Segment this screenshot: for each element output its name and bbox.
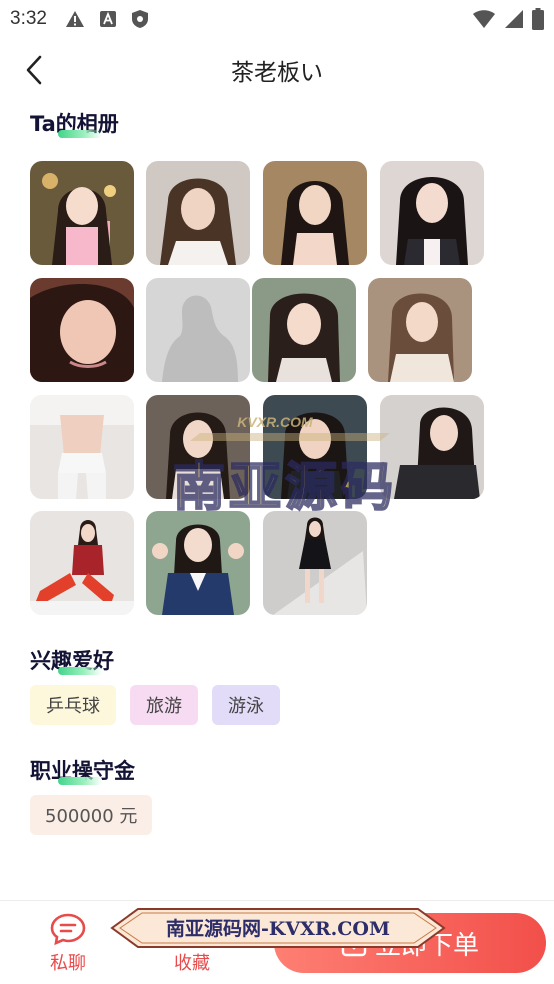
album-photo[interactable]	[30, 278, 134, 382]
bottom-action-bar: 私聊 收藏 立即下单	[0, 900, 554, 984]
album-photo[interactable]	[146, 161, 250, 265]
album-photo[interactable]	[263, 511, 367, 615]
album-photo[interactable]	[30, 511, 134, 615]
album-photo[interactable]	[263, 161, 367, 265]
album-photo[interactable]	[252, 278, 356, 382]
album-photo[interactable]	[380, 395, 484, 499]
album-photo[interactable]	[263, 395, 367, 499]
album-photo[interactable]	[146, 395, 250, 499]
hobby-tags: 乒乓球 旅游 游泳	[30, 685, 280, 725]
status-time: 3:32	[10, 8, 47, 29]
title-underline	[58, 777, 102, 785]
album-photo[interactable]	[30, 161, 134, 265]
album-photo[interactable]	[146, 511, 250, 615]
favorite-label: 收藏	[174, 953, 210, 974]
hobby-tag: 旅游	[130, 685, 198, 725]
chat-button[interactable]: 私聊	[50, 913, 86, 975]
chat-bubble-icon	[50, 913, 86, 945]
album-photo[interactable]	[380, 161, 484, 265]
notification-icons	[65, 9, 149, 29]
chat-label: 私聊	[50, 953, 86, 974]
album-photo[interactable]	[368, 278, 472, 382]
deposit-value: 500000 元	[30, 795, 153, 835]
back-button[interactable]	[18, 54, 50, 86]
star-icon	[176, 913, 208, 944]
wifi-icon	[473, 10, 495, 28]
chevron-left-icon	[26, 55, 42, 85]
system-icons	[472, 8, 544, 30]
app-a-icon	[99, 11, 116, 27]
signal-icon	[505, 10, 523, 28]
order-icon	[341, 929, 367, 957]
status-bar: 3:32	[0, 0, 554, 38]
order-label: 立即下单	[374, 930, 479, 961]
title-underline	[58, 667, 102, 675]
album-photo[interactable]	[30, 395, 134, 499]
shield-icon	[131, 10, 148, 28]
battery-icon	[532, 8, 544, 30]
order-now-button[interactable]: 立即下单	[274, 913, 546, 973]
hobby-tag: 游泳	[212, 685, 280, 725]
navbar: 茶老板い	[0, 44, 554, 96]
hobby-tag: 乒乓球	[30, 685, 116, 725]
warning-icon	[65, 11, 84, 27]
page-title: 茶老板い	[231, 60, 323, 86]
album-photo-placeholder[interactable]	[146, 278, 250, 382]
favorite-button[interactable]: 收藏	[174, 913, 210, 975]
title-underline	[58, 130, 102, 138]
